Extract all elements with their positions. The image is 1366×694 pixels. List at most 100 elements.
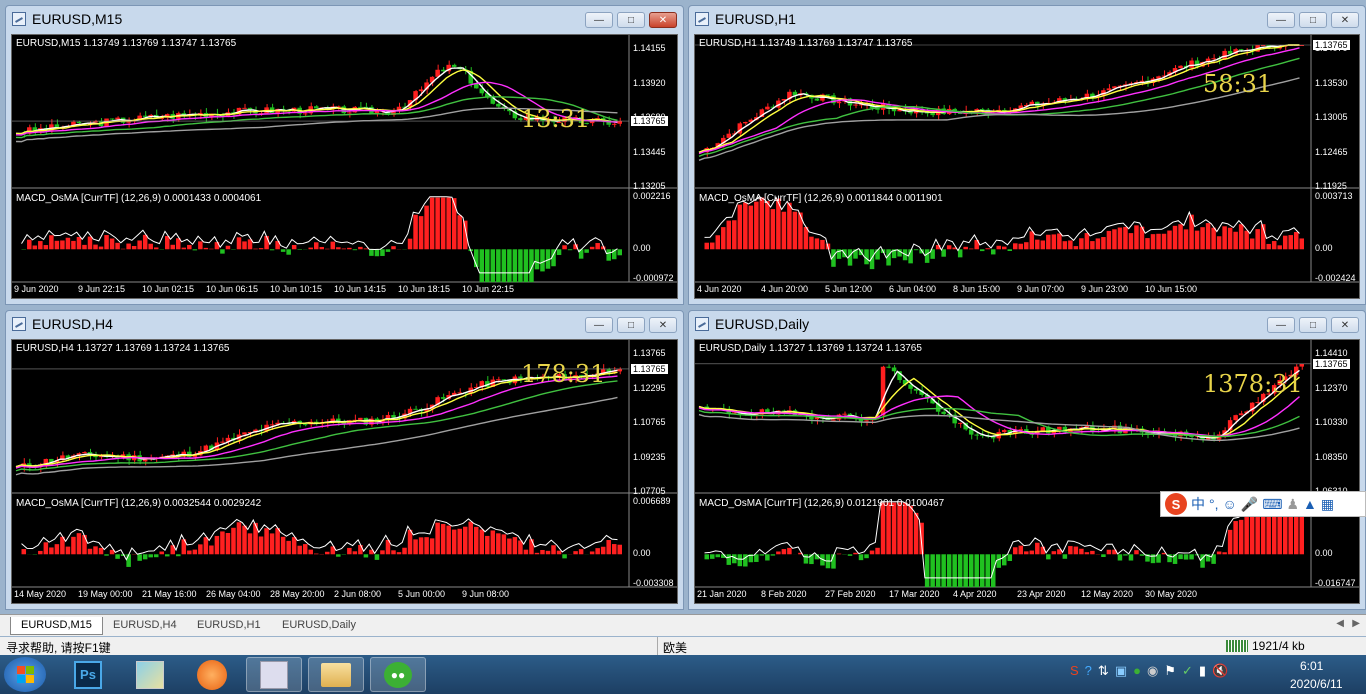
chart-window-daily[interactable]: EURUSD,Daily — □ ✕ EURUSD,Daily 1.13727 …: [688, 310, 1366, 610]
macd-histogram-bar: [137, 554, 142, 561]
tab-eurusd-h1[interactable]: EURUSD,H1: [187, 617, 271, 635]
skin-icon[interactable]: ▲: [1303, 496, 1317, 512]
ime-toolbar[interactable]: S 中 °, ☺ 🎤 ⌨ ♟ ▲ ▦: [1160, 491, 1366, 517]
minimize-button[interactable]: —: [585, 317, 613, 333]
macd-histogram-bar: [297, 545, 302, 555]
sogou-logo-icon[interactable]: S: [1165, 493, 1187, 515]
ime-language-toggle[interactable]: 中: [1191, 494, 1205, 514]
taskbar-metatrader[interactable]: [246, 657, 302, 692]
signal-tray-icon[interactable]: ▮: [1199, 663, 1206, 679]
punctuation-icon[interactable]: °,: [1209, 496, 1219, 512]
macd-histogram-bar: [313, 553, 319, 555]
flag-tray-icon[interactable]: ⚑: [1164, 663, 1176, 679]
tab-eurusd-h4[interactable]: EURUSD,H4: [103, 617, 187, 635]
price-chart[interactable]: EURUSD,H4 1.13727 1.13769 1.13724 1.1376…: [11, 339, 678, 604]
chart-window-icon: [12, 12, 26, 26]
user-icon[interactable]: ♟: [1286, 496, 1299, 513]
close-button[interactable]: ✕: [1331, 12, 1359, 28]
wechat-tray-icon[interactable]: ●: [1133, 663, 1141, 679]
keyboard-icon[interactable]: ⌨: [1262, 496, 1282, 513]
minimize-button[interactable]: —: [1267, 317, 1295, 333]
tab-scroll-right-icon[interactable]: ▶: [1352, 618, 1360, 629]
macd-histogram-bar: [1178, 554, 1183, 560]
price-chart[interactable]: EURUSD,Daily 1.13727 1.13769 1.13724 1.1…: [694, 339, 1360, 604]
chart-window-m15[interactable]: EURUSD,M15 — □ ✕ EURUSD,M15 1.13749 1.13…: [5, 5, 684, 305]
macd-histogram-bar: [787, 547, 792, 555]
network-drive-tray-icon[interactable]: ▣: [1115, 663, 1127, 679]
candle: [49, 119, 54, 135]
macd-histogram-bar: [258, 536, 264, 555]
macd-histogram-bar: [781, 549, 787, 555]
macd-histogram-bar: [737, 204, 743, 250]
macd-histogram-bar: [451, 198, 457, 250]
price-chart[interactable]: EURUSD,H1 1.13749 1.13769 1.13747 1.1376…: [694, 34, 1360, 299]
title-bar[interactable]: EURUSD,Daily — □ ✕: [689, 311, 1365, 337]
taskbar-maps[interactable]: [122, 657, 178, 692]
emoji-icon[interactable]: ☺: [1223, 496, 1237, 512]
title-bar[interactable]: EURUSD,H4 — □ ✕: [6, 311, 683, 337]
grid-menu-icon[interactable]: ▦: [1321, 496, 1334, 513]
macd-histogram-bar: [170, 244, 176, 250]
macd-histogram-bar: [979, 249, 985, 252]
clock-time[interactable]: 6:01: [1300, 659, 1323, 673]
window-title: EURUSD,H1: [715, 11, 796, 27]
macd-tick-label: 0.00: [1315, 548, 1333, 559]
minimize-button[interactable]: —: [1267, 12, 1295, 28]
macd-histogram-bar: [374, 554, 380, 560]
tab-eurusd-daily[interactable]: EURUSD,Daily: [272, 617, 366, 635]
macd-histogram-bar: [225, 245, 231, 250]
macd-histogram-bar: [770, 554, 776, 556]
macd-histogram-bar: [1051, 234, 1057, 250]
close-button[interactable]: ✕: [649, 317, 677, 333]
candle: [54, 119, 60, 129]
help-tray-icon[interactable]: ?: [1085, 663, 1092, 679]
macd-histogram-bar: [462, 526, 468, 555]
candle: [957, 422, 963, 428]
macd-histogram-bar: [1205, 223, 1211, 250]
macd-histogram-bar: [1255, 229, 1260, 250]
candle: [82, 451, 87, 454]
chart-window-h4[interactable]: EURUSD,H4 — □ ✕ EURUSD,H4 1.13727 1.1376…: [5, 310, 684, 610]
sogou-tray-icon[interactable]: S: [1070, 663, 1079, 679]
macd-histogram-bar: [319, 246, 325, 250]
maximize-button[interactable]: □: [617, 12, 645, 28]
close-button[interactable]: ✕: [649, 12, 677, 28]
taskbar-file-explorer[interactable]: [308, 657, 364, 692]
macd-histogram-bar: [1101, 237, 1106, 250]
security-tray-icon[interactable]: ✓: [1182, 663, 1193, 679]
tab-scroll-left-icon[interactable]: ◀: [1336, 618, 1344, 629]
minimize-button[interactable]: —: [585, 12, 613, 28]
price-chart[interactable]: EURUSD,M15 1.13749 1.13769 1.13747 1.137…: [11, 34, 678, 299]
macd-histogram-bar: [556, 249, 562, 255]
title-bar[interactable]: EURUSD,M15 — □ ✕: [6, 6, 683, 32]
chart-window-h1[interactable]: EURUSD,H1 — □ ✕ EURUSD,H1 1.13749 1.1376…: [688, 5, 1366, 305]
microphone-icon[interactable]: 🎤: [1241, 496, 1258, 513]
clock-date[interactable]: 2020/6/11: [1290, 677, 1343, 691]
macd-histogram-bar: [1123, 554, 1128, 556]
macd-histogram-bar: [43, 245, 49, 250]
qq-tray-icon[interactable]: ◉: [1147, 663, 1158, 679]
taskbar-photoshop[interactable]: Ps: [60, 657, 116, 692]
candle-countdown-timer: 58:31: [1203, 70, 1273, 98]
macd-histogram-bar: [38, 550, 43, 555]
macd-histogram-bar: [836, 553, 842, 555]
volume-muted-icon[interactable]: 🔇: [1212, 663, 1228, 679]
macd-histogram-bar: [1095, 238, 1101, 250]
macd-histogram-bar: [176, 554, 181, 557]
start-button[interactable]: [4, 657, 46, 692]
tab-eurusd-m15[interactable]: EURUSD,M15: [10, 617, 103, 635]
maximize-button[interactable]: □: [617, 317, 645, 333]
taskbar-browser[interactable]: [184, 657, 240, 692]
title-bar[interactable]: EURUSD,H1 — □ ✕: [689, 6, 1365, 32]
macd-histogram-bar: [759, 554, 765, 556]
maximize-button[interactable]: □: [1299, 317, 1327, 333]
maximize-button[interactable]: □: [1299, 12, 1327, 28]
macd-histogram-bar: [501, 534, 507, 555]
macd-histogram-bar: [1024, 242, 1029, 250]
close-button[interactable]: ✕: [1331, 317, 1359, 333]
macd-histogram-bar: [1178, 224, 1183, 250]
taskbar-wechat[interactable]: ●●: [370, 657, 426, 692]
macd-histogram-bar: [551, 545, 556, 555]
usb-tray-icon[interactable]: ⇅: [1098, 663, 1109, 679]
candle: [935, 105, 941, 121]
